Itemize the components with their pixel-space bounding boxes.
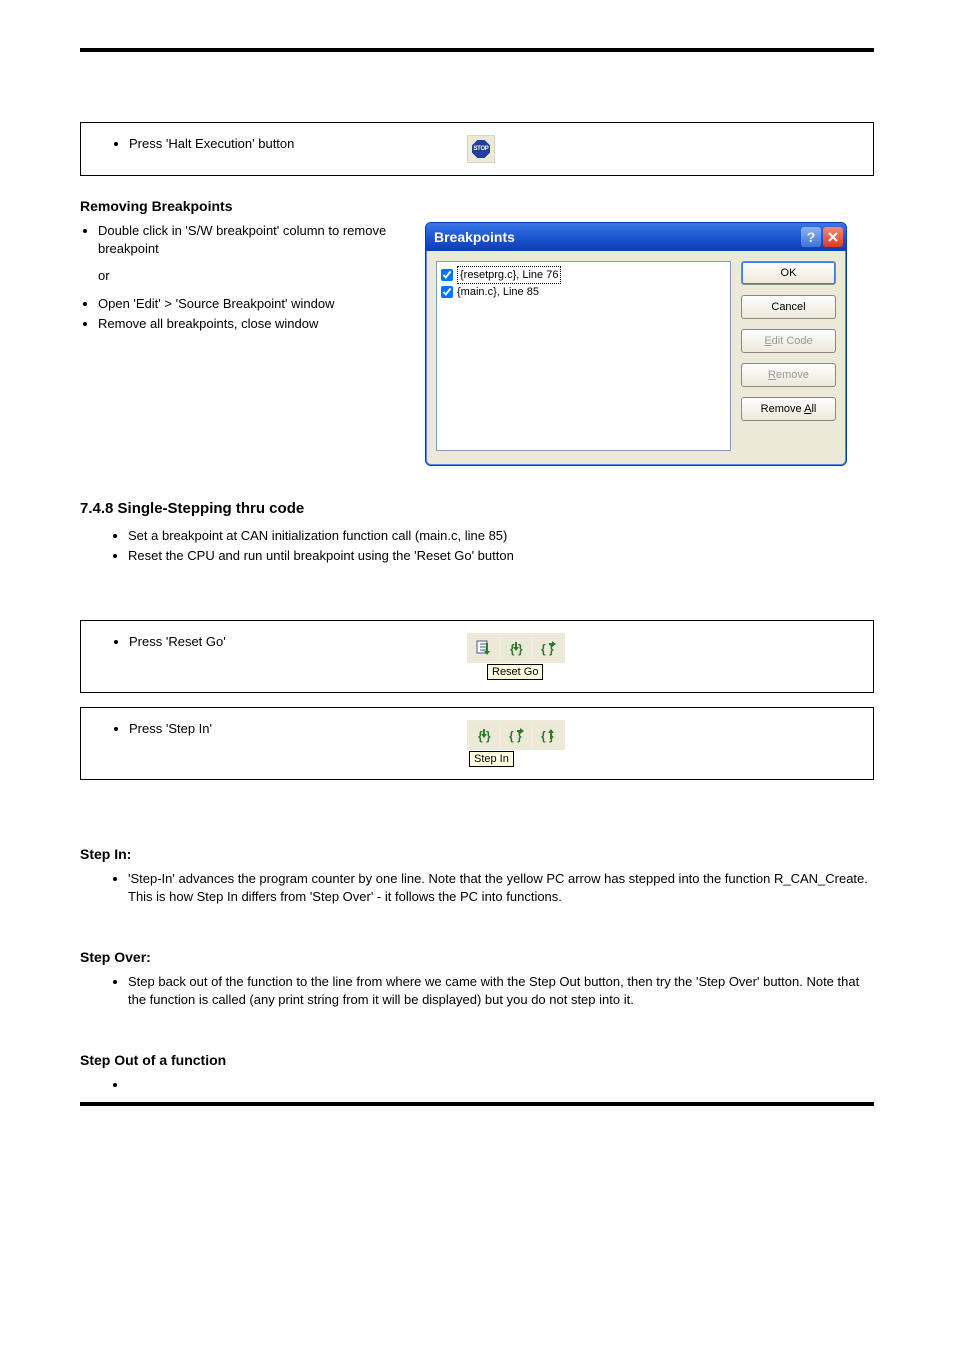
step-in-body: 'Step-In' advances the program counter b… — [128, 870, 874, 905]
step-in-row: Press 'Step In' { } { } — [80, 707, 874, 780]
halt-execution-button[interactable]: STOP — [467, 135, 495, 163]
step-over-toolbar-button[interactable]: { } — [500, 721, 532, 749]
remove-bp-bullet-1: Double click in 'S/W breakpoint' column … — [98, 222, 425, 257]
stop-icon: STOP — [472, 140, 490, 158]
toolbar-strip: { } { } — [467, 633, 565, 663]
step-in-toolbar-button[interactable]: { } — [500, 634, 532, 662]
step-in-icon: { } — [507, 639, 525, 657]
close-button[interactable] — [823, 227, 843, 247]
step-out-body — [128, 1076, 874, 1094]
reset-go-row: Press 'Reset Go' { } — [80, 620, 874, 693]
help-button[interactable]: ? — [801, 227, 821, 247]
section-7-4-8-title: 7.4.8 Single-Stepping thru code — [80, 500, 874, 517]
step-in-item: Press 'Step In' — [129, 720, 451, 738]
step-over-icon: { } — [539, 639, 557, 657]
step-over-icon: { } — [507, 726, 525, 744]
toolbar-strip: { } { } { } — [467, 720, 565, 750]
remove-bp-bullet-3: Remove all breakpoints, close window — [98, 315, 425, 333]
remove-button[interactable]: Remove — [741, 363, 836, 387]
step-over-body: Step back out of the function to the lin… — [128, 973, 874, 1008]
reset-go-toolbar-button[interactable] — [468, 634, 500, 662]
remove-breakpoints-heading: Removing Breakpoints — [80, 198, 874, 214]
reset-go-item: Press 'Reset Go' — [129, 633, 451, 651]
remove-all-button[interactable]: Remove All — [741, 397, 836, 421]
close-icon — [828, 232, 838, 242]
halt-row: Press 'Halt Execution' button STOP — [80, 122, 874, 176]
edit-code-button[interactable]: Edit Code — [741, 329, 836, 353]
step-over-heading: Step Over: — [80, 949, 874, 965]
dialog-title: Breakpoints — [434, 229, 515, 245]
reset-go-icon — [475, 639, 493, 657]
breakpoints-list[interactable]: {resetprg.c}, Line 76 {main.c}, Line 85 — [436, 261, 731, 451]
breakpoints-dialog: Breakpoints ? — [425, 222, 847, 466]
step-out-icon: { } — [539, 726, 557, 744]
step-in-tooltip: Step In — [469, 751, 514, 767]
remove-bp-or: or — [98, 267, 425, 285]
breakpoint-item[interactable]: {resetprg.c}, Line 76 — [441, 266, 726, 284]
step-out-heading: Step Out of a function — [80, 1052, 874, 1068]
breakpoint-item-label: {resetprg.c}, Line 76 — [457, 266, 561, 284]
step-out-toolbar-button[interactable]: { } — [532, 721, 564, 749]
step-in-toolbar-button[interactable]: { } — [468, 721, 500, 749]
ok-button[interactable]: OK — [741, 261, 836, 285]
dialog-titlebar: Breakpoints ? — [426, 223, 846, 251]
step-in-heading: Step In: — [80, 846, 874, 862]
step-in-icon: { } — [475, 726, 493, 744]
remove-bp-bullet-2: Open 'Edit' > 'Source Breakpoint' window — [98, 295, 425, 313]
cancel-button[interactable]: Cancel — [741, 295, 836, 319]
step-intro-b: Reset the CPU and run until breakpoint u… — [128, 547, 874, 565]
halt-item: Press 'Halt Execution' button — [129, 135, 451, 153]
reset-go-tooltip: Reset Go — [487, 664, 543, 680]
breakpoint-item[interactable]: {main.c}, Line 85 — [441, 284, 726, 300]
breakpoint-item-label: {main.c}, Line 85 — [457, 284, 539, 300]
step-over-toolbar-button[interactable]: { } — [532, 634, 564, 662]
breakpoint-checkbox[interactable] — [441, 286, 453, 298]
step-intro-a: Set a breakpoint at CAN initialization f… — [128, 527, 874, 545]
breakpoint-checkbox[interactable] — [441, 269, 453, 281]
